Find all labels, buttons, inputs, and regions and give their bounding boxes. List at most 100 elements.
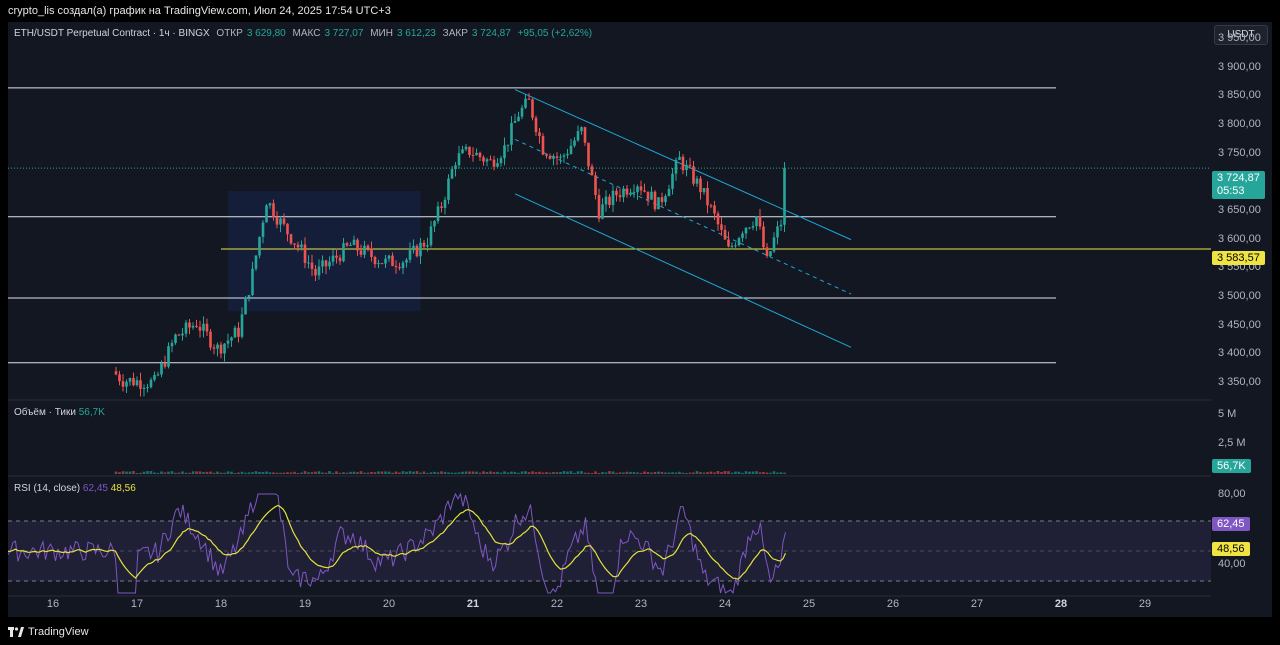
low-value: 3 612,23 [396,28,436,39]
volume-bar [314,471,317,474]
candle-body [198,326,202,331]
volume-bar [555,472,559,474]
time-tick-label: 22 [550,598,564,610]
candle-body [709,205,713,207]
candle-body [265,205,268,223]
volume-bar [457,472,461,474]
candle-body [685,164,688,171]
price-tick-label: 3 650,00 [1218,204,1261,216]
candle-body [181,333,184,336]
candle-body [702,188,706,193]
candle-body [149,379,153,388]
volume-bar [552,472,555,474]
candle-body [454,165,457,170]
volume-bar [632,472,636,474]
candle-body [230,337,233,341]
candle-body [650,191,653,200]
candle-body [156,374,160,376]
volume-bar [688,472,692,474]
candle-body [216,344,219,349]
candle-body [583,127,587,143]
volume-bar [594,471,597,474]
candle-body [177,334,181,336]
volume-bar [559,472,562,474]
volume-bar [156,472,160,474]
candle-body [275,217,279,225]
volume-bar [391,472,394,474]
volume-bar [237,472,240,474]
volume-bar [184,472,188,474]
volume-bar [674,472,678,474]
candle-body [527,98,531,100]
volume-bar [478,472,482,474]
volume-bar [587,472,590,474]
volume-bar [541,472,545,474]
volume-bar [422,471,426,474]
candle-body [727,239,730,247]
candle-body [342,243,345,262]
volume-bar [118,472,121,474]
candle-body [499,158,503,164]
candle-body [457,153,461,166]
time-tick-label: 16 [46,598,60,610]
candle-body [485,159,489,162]
candle-body [503,145,506,159]
candle-body [513,121,517,123]
price-chart[interactable] [0,0,1280,645]
volume-bar [195,471,198,474]
volume-bar [681,472,685,474]
candle-body [555,156,559,158]
candle-body [296,244,300,248]
candle-body [387,255,391,259]
volume-bar [377,471,380,474]
candle-body [426,245,429,247]
volume-bar [153,472,156,474]
volume-bar [534,472,538,474]
volume-bar [230,471,233,474]
volume-bar [359,471,363,474]
candle-body [251,268,254,296]
candle-body [765,247,769,256]
volume-value: 56,7K [78,407,105,418]
candle-body [160,363,163,375]
footer-bar [0,617,1280,645]
candle-body [209,331,212,348]
candle-body [233,327,237,338]
volume-bar [671,472,674,474]
volume-bar [461,471,464,474]
volume-bar [198,471,202,474]
price-tick-label: 3 350,00 [1218,375,1261,388]
candle-body [734,245,737,247]
volume-bar [429,472,433,474]
candle-body [321,260,324,267]
candle-body [590,166,594,176]
volume-bar [170,471,174,474]
candle-body [450,169,454,179]
candle-body [391,255,394,267]
candle-body [741,233,744,239]
volume-bar [289,472,293,474]
price-tick-label: 3 900,00 [1218,60,1261,73]
volume-bar [657,471,660,474]
volume-bar [363,472,366,474]
candle-body [580,127,583,132]
volume-bar [604,472,608,474]
candle-body [240,314,244,337]
candle-body [223,343,226,354]
volume-bar [706,472,709,474]
candle-body [755,216,758,227]
candle-body [762,226,765,248]
rsi-ma-value: 48,56 [110,483,136,494]
volume-bar [251,472,254,474]
tradingview-logo[interactable]: TradingView [8,626,89,638]
candle-body [569,145,573,154]
candle-body [139,380,142,389]
candle-body [153,375,156,380]
candle-body [559,156,562,158]
volume-bar [268,472,272,474]
candle-body [415,245,419,257]
volume-bar [562,471,566,474]
volume-bar [573,472,576,474]
candle-body [433,221,436,227]
volume-bar [643,471,646,474]
